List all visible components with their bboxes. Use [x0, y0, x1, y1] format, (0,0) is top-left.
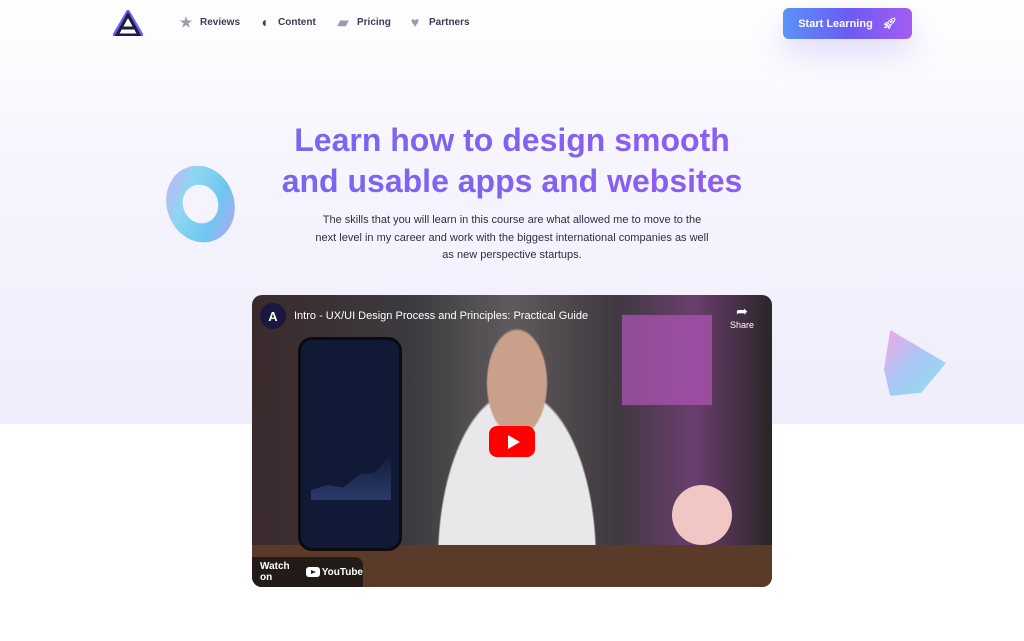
hero-subtitle: The skills that you will learn in this c…: [315, 214, 709, 261]
video-background-light: [622, 315, 712, 405]
cta-label: Start Learning: [798, 17, 873, 30]
video-player[interactable]: A Intro - UX/UI Design Process and Princ…: [252, 295, 772, 587]
share-button[interactable]: ➦ Share: [730, 303, 754, 330]
page-title: Learn how to design smooth and usable app…: [0, 120, 1024, 202]
nav-content[interactable]: ◖ Content: [257, 15, 316, 29]
nav-label: Reviews: [200, 16, 241, 28]
phone-chart: [311, 455, 391, 500]
star-icon: ★: [179, 14, 193, 30]
rocket-icon: 🚀︎: [882, 18, 897, 30]
logo[interactable]: [113, 10, 143, 36]
start-learning-button[interactable]: Start Learning 🚀︎: [783, 8, 912, 39]
figma-logo: [672, 485, 732, 545]
phone-mockup: [298, 337, 402, 551]
watch-on-youtube[interactable]: Watch on YouTube: [252, 557, 363, 587]
nav-reviews[interactable]: ★ Reviews: [179, 15, 240, 29]
nav-label: Pricing: [357, 16, 391, 28]
share-icon: ➦: [736, 303, 748, 319]
content-icon: ◖: [259, 14, 269, 30]
video-header: A Intro - UX/UI Design Process and Princ…: [260, 303, 588, 329]
title-line-1: Learn how to design smooth: [294, 122, 730, 158]
youtube-label: YouTube: [321, 566, 363, 578]
share-label: Share: [729, 320, 754, 330]
watch-on-label: Watch on: [260, 561, 290, 583]
nav-partners[interactable]: ♥ Partners: [408, 15, 470, 29]
youtube-play-icon: [305, 567, 320, 577]
nav-label: Content: [278, 16, 316, 28]
play-button[interactable]: [489, 426, 535, 457]
heart-icon: ♥: [410, 14, 420, 30]
top-nav: ★ Reviews ◖ Content ▰ Pricing ♥ Partners Sta…: [0, 0, 1024, 46]
youtube-logo: YouTube: [305, 566, 363, 578]
title-line-2: and usable apps and websites: [281, 163, 743, 199]
wallet-icon: ▰: [337, 14, 349, 30]
nav-label: Partners: [429, 16, 470, 28]
channel-avatar[interactable]: A: [260, 303, 286, 329]
nav-pricing[interactable]: ▰ Pricing: [336, 15, 391, 29]
video-title[interactable]: Intro - UX/UI Design Process and Princip…: [294, 310, 588, 322]
